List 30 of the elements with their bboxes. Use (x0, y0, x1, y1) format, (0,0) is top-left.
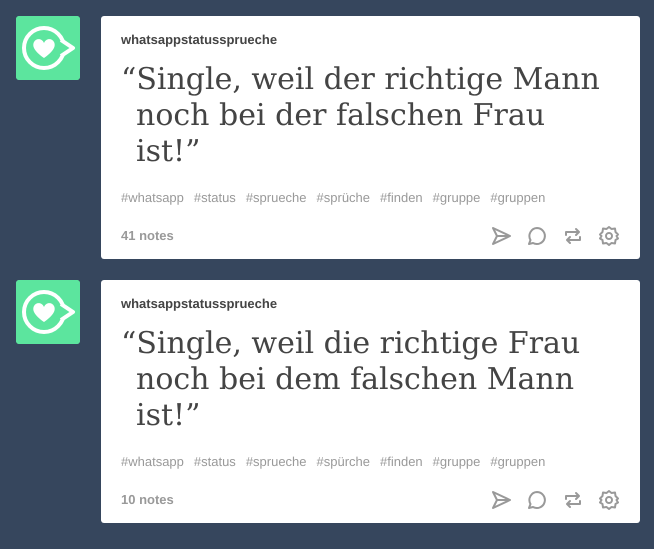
tag-link[interactable]: #gruppe (432, 452, 480, 471)
tag-link[interactable]: #whatsapp (121, 452, 184, 471)
tag-link[interactable]: #sprueche (246, 188, 307, 207)
comment-icon[interactable] (526, 489, 548, 511)
tag-link[interactable]: #finden (380, 452, 423, 471)
tag-link[interactable]: #spürche (316, 452, 370, 471)
quote-text: “Single, weil der richtige Mann noch bei der falschen Frau ist!” (121, 62, 601, 170)
tag-link[interactable]: #gruppe (432, 188, 480, 207)
tag-link[interactable]: #gruppen (490, 452, 546, 471)
tag-link[interactable]: #sprüche (316, 188, 370, 207)
tag-link[interactable]: #whatsapp (121, 188, 184, 207)
tag-link[interactable]: #status (194, 188, 236, 207)
comment-icon[interactable] (526, 225, 548, 247)
notes-count[interactable]: 10 notes (121, 490, 174, 510)
blog-name[interactable]: whatsappstatussprueche (121, 294, 620, 314)
send-icon[interactable] (490, 489, 512, 511)
reblog-icon[interactable] (562, 225, 584, 247)
tag-link[interactable]: #status (194, 452, 236, 471)
avatar-icon[interactable] (16, 16, 80, 80)
avatar-icon[interactable] (16, 280, 80, 344)
notes-count[interactable]: 41 notes (121, 226, 174, 246)
quote-text: “Single, weil die richtige Frau noch bei dem falschen Mann ist!” (121, 326, 582, 434)
settings-icon[interactable] (598, 489, 620, 511)
send-icon[interactable] (490, 225, 512, 247)
tag-link[interactable]: #gruppen (490, 188, 546, 207)
reblog-icon[interactable] (562, 489, 584, 511)
blog-name[interactable]: whatsappstatussprueche (121, 30, 620, 50)
tag-link[interactable]: #finden (380, 188, 423, 207)
settings-icon[interactable] (598, 225, 620, 247)
tag-link[interactable]: #sprueche (246, 452, 307, 471)
